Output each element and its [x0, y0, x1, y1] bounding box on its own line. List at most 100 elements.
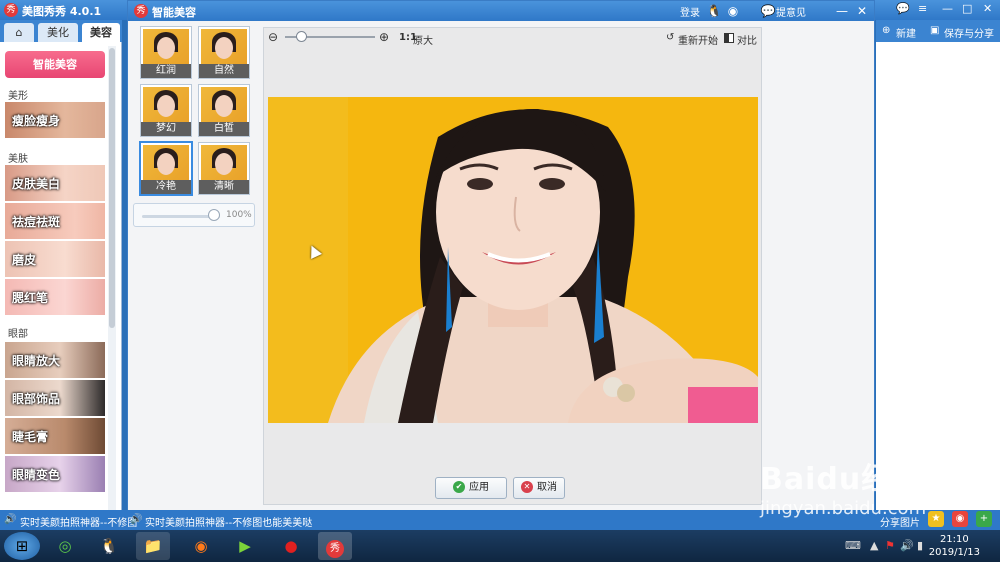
- feature-smoothing[interactable]: 磨皮: [5, 241, 105, 277]
- zoom-out-icon[interactable]: ⊖: [268, 30, 278, 44]
- login-link[interactable]: 登录: [680, 4, 700, 19]
- taskbar-app-player[interactable]: ▶: [228, 532, 262, 560]
- volume-icon[interactable]: 🔊: [900, 539, 914, 552]
- preset-rosy[interactable]: 红润: [140, 26, 192, 79]
- tab-home[interactable]: ⌂: [4, 23, 34, 42]
- taskbar-app-360[interactable]: ◎: [48, 532, 82, 560]
- zoom-in-icon[interactable]: ⊕: [379, 30, 389, 44]
- feature-acne-removal[interactable]: 祛痘祛斑: [5, 203, 105, 239]
- feature-eye-accessory[interactable]: 眼部饰品: [5, 380, 105, 416]
- new-button[interactable]: 新建: [896, 25, 916, 40]
- minimize-icon[interactable]: —: [834, 3, 850, 19]
- feature-label: 睫毛膏: [12, 430, 49, 444]
- taskbar-app-recorder[interactable]: ●: [274, 532, 308, 560]
- compare-icon[interactable]: [724, 33, 734, 43]
- close-circle-icon: ✕: [521, 481, 533, 493]
- qq-icon[interactable]: 🐧: [706, 3, 722, 19]
- apply-button[interactable]: ✔ 应用: [435, 477, 507, 499]
- main-tabs: ⌂ 美化 美容: [0, 20, 122, 42]
- feature-label: 眼睛放大: [12, 354, 61, 368]
- cancel-button[interactable]: ✕ 取消: [513, 477, 565, 499]
- photo-preview[interactable]: [268, 97, 758, 423]
- new-icon[interactable]: ⊕: [882, 25, 890, 36]
- right-panel: ⊕ 新建 ▣ 保存与分享: [876, 20, 1000, 510]
- restart-button[interactable]: 重新开始: [678, 32, 718, 47]
- clock-date: 2019/1/13: [928, 547, 980, 558]
- smart-beauty-label: 智能美容: [33, 58, 77, 71]
- preset-label: 梦幻: [141, 122, 191, 136]
- app-maximize-icon[interactable]: □: [962, 2, 972, 15]
- feature-label: 眼部饰品: [12, 392, 61, 406]
- feature-label: 瘦脸瘦身: [12, 114, 61, 128]
- app-title: 美图秀秀 4.0.1: [22, 5, 102, 18]
- strength-slider[interactable]: 100%: [133, 203, 255, 227]
- preset-cool[interactable]: 冷艳: [139, 141, 193, 196]
- feature-slim-face[interactable]: 瘦脸瘦身: [5, 102, 105, 138]
- watermark-url: jingyan.baidu.com: [760, 498, 927, 519]
- system-clock[interactable]: 21:10 2019/1/13: [929, 533, 980, 559]
- feature-eye-color[interactable]: 眼睛变色: [5, 456, 105, 492]
- tray-arrow-icon[interactable]: ▲: [870, 539, 878, 552]
- section-skin: 美肤: [8, 154, 28, 165]
- strength-knob[interactable]: [208, 209, 220, 221]
- clock-time: 21:10: [939, 534, 969, 545]
- feature-skin-whitening[interactable]: 皮肤美白: [5, 165, 105, 201]
- feature-label: 皮肤美白: [12, 177, 61, 191]
- watermark: Baidu经验 jingyan.baidu.com: [760, 454, 926, 519]
- feature-label: 磨皮: [12, 253, 37, 267]
- tab-beauty[interactable]: 美容: [82, 23, 120, 42]
- section-eyes: 眼部: [8, 329, 28, 340]
- chat-icon[interactable]: 💬: [896, 2, 910, 15]
- preset-label: 红润: [141, 64, 191, 78]
- original-size[interactable]: 原大: [413, 32, 433, 47]
- feedback-icon: 💬: [760, 4, 776, 18]
- preset-clear[interactable]: 清晰: [198, 142, 250, 195]
- apply-label: 应用: [469, 482, 489, 493]
- weibo-share-icon[interactable]: ◉: [952, 511, 968, 527]
- section-shape: 美形: [8, 91, 28, 102]
- keyboard-icon[interactable]: ⌨: [845, 539, 861, 552]
- cancel-label: 取消: [537, 482, 557, 493]
- app-close-icon[interactable]: ✕: [983, 2, 992, 15]
- status-main-text[interactable]: 实时美颜拍照神器--不修图也能美美哒: [145, 514, 312, 529]
- status-left-text[interactable]: 实时美颜拍照神器--不修图: [20, 514, 137, 529]
- app-minimize-icon[interactable]: —: [942, 2, 953, 15]
- left-scrollbar[interactable]: [108, 46, 116, 522]
- portrait-illustration: [268, 97, 758, 423]
- feature-mascara[interactable]: 睫毛膏: [5, 418, 105, 454]
- add-share-icon[interactable]: +: [976, 511, 992, 527]
- taskbar-app-qq[interactable]: 🐧: [92, 532, 126, 560]
- preset-dreamy[interactable]: 梦幻: [140, 84, 192, 137]
- watermark-brand: Baidu经验: [760, 462, 924, 497]
- save-icon[interactable]: ▣: [930, 25, 939, 36]
- feedback-link[interactable]: 提意见: [776, 4, 806, 19]
- flag-icon[interactable]: ⚑: [885, 539, 895, 552]
- preset-fair[interactable]: 白皙: [198, 84, 250, 137]
- start-button[interactable]: ⊞: [4, 532, 40, 560]
- preset-natural[interactable]: 自然: [198, 26, 250, 79]
- restart-icon[interactable]: ↺: [666, 32, 674, 43]
- save-share-button[interactable]: 保存与分享: [944, 25, 994, 40]
- star-icon[interactable]: ★: [928, 511, 944, 527]
- speaker-icon: 🔊: [4, 514, 17, 525]
- taskbar-app-firefox[interactable]: ◉: [184, 532, 218, 560]
- preset-label: 白皙: [199, 122, 249, 136]
- feature-blush[interactable]: 腮红笔: [5, 279, 105, 315]
- feature-eye-enlarge[interactable]: 眼睛放大: [5, 342, 105, 378]
- network-icon[interactable]: ▮: [917, 539, 923, 552]
- dialog-logo-icon: 秀: [134, 4, 148, 18]
- left-panel: ⌂ 美化 美容 智能美容 美形 瘦脸瘦身 美肤 皮肤美白 祛痘祛斑 磨皮 腮红笔…: [0, 20, 122, 522]
- close-icon[interactable]: ✕: [854, 3, 870, 19]
- smart-beauty-button[interactable]: 智能美容: [5, 51, 105, 78]
- strength-value: 100%: [226, 210, 252, 220]
- compare-button[interactable]: 对比: [737, 32, 757, 47]
- check-icon: ✔: [453, 481, 465, 493]
- taskbar-app-explorer[interactable]: 📁: [136, 532, 170, 560]
- taskbar-app-meitu[interactable]: 秀: [318, 532, 352, 560]
- tab-beautify[interactable]: 美化: [38, 23, 78, 42]
- meitu-taskbar-icon: 秀: [326, 540, 344, 558]
- weibo-icon[interactable]: ◉: [725, 3, 741, 19]
- feature-label: 眼睛变色: [12, 468, 61, 482]
- menu-icon[interactable]: ≡: [918, 2, 927, 15]
- scrollbar-thumb[interactable]: [109, 48, 115, 328]
